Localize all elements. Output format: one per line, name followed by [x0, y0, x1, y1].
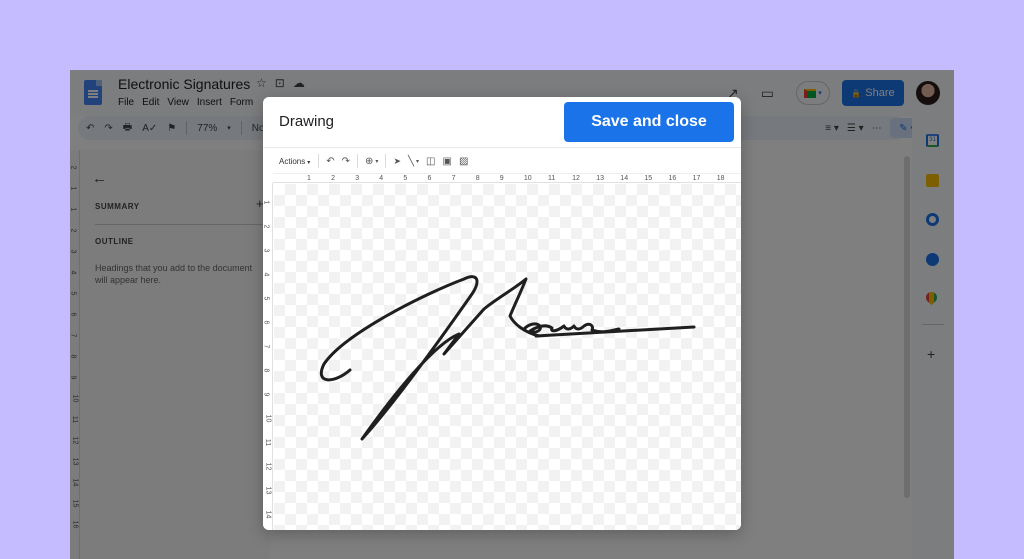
ruler-tick-label: 11	[264, 438, 272, 447]
ruler-tick-label: 3	[355, 175, 360, 182]
ruler-tick-label: 2	[263, 224, 270, 229]
redo-icon[interactable]: ↷	[342, 156, 350, 167]
ruler-tick-label: 4	[379, 175, 384, 182]
actions-menu[interactable]: Actions ▾	[279, 157, 310, 166]
shape-icon[interactable]: ◫	[426, 156, 435, 167]
image-icon[interactable]: ▨	[459, 156, 468, 167]
text-box-icon[interactable]: ▣	[442, 156, 451, 167]
ruler-tick-label: 15	[644, 175, 653, 182]
zoom-icon: ⊕	[365, 155, 374, 167]
ruler-tick-label: 14	[620, 175, 629, 182]
ruler-tick-label: 4	[263, 272, 270, 277]
ruler-tick-label: 1	[307, 175, 311, 182]
signature-stroke[interactable]	[320, 275, 696, 441]
ruler-tick-label: 12	[264, 462, 272, 471]
signature-drawing[interactable]: Marven	[274, 184, 741, 530]
ruler-tick-label: 18	[716, 175, 725, 182]
ruler-tick-label: 6	[427, 175, 432, 182]
undo-icon[interactable]: ↶	[326, 156, 334, 167]
ruler-tick-label: 11	[548, 175, 556, 182]
ruler-tick-label: 13	[596, 175, 604, 182]
actions-label: Actions	[279, 156, 306, 166]
ruler-tick-label: 6	[263, 320, 270, 325]
ruler-tick-label: 5	[403, 175, 408, 182]
vertical-ruler: 1 2 3 4 5 6 7 8 9 10 11 12 13 14	[263, 183, 273, 530]
horizontal-ruler: 12345678910111213141516171819	[273, 173, 741, 183]
toolbar-divider	[357, 154, 359, 168]
ruler-tick-label: 9	[499, 175, 504, 182]
ruler-tick-label: 2	[331, 175, 335, 182]
drawing-toolbar: Actions ▾ ↶ ↷ ⊕ ▾ ➤ ╲ ▾ ◫ ▣ ▨	[263, 149, 741, 173]
line-icon: ╲	[407, 155, 415, 167]
ruler-tick-label: 7	[263, 344, 270, 349]
ruler-tick-label: 14	[264, 510, 272, 519]
chevron-down-icon: ▾	[375, 158, 379, 165]
toolbar-divider	[318, 154, 320, 168]
ruler-tick-label: 5	[263, 296, 270, 301]
chevron-down-icon: ▾	[416, 158, 420, 165]
ruler-tick-label: 10	[523, 175, 532, 182]
chevron-down-icon: ▾	[307, 159, 311, 166]
ruler-tick-label: 8	[263, 368, 270, 373]
ruler-tick-label: 3	[263, 248, 270, 253]
ruler-tick-label: 9	[263, 392, 270, 397]
ruler-tick-label: 8	[475, 175, 480, 182]
line-tool[interactable]: ╲ ▾	[408, 156, 419, 167]
select-icon[interactable]: ➤	[393, 156, 401, 167]
ruler-tick-label: 12	[572, 175, 580, 182]
toolbar-divider	[385, 154, 387, 168]
zoom-tool[interactable]: ⊕ ▾	[365, 156, 378, 167]
ruler-tick-label: 10	[264, 414, 272, 423]
ruler-tick-label: 13	[264, 486, 272, 495]
dialog-divider	[263, 147, 741, 148]
ruler-tick-label: 7	[451, 175, 456, 182]
drawing-canvas[interactable]: Marven	[274, 184, 741, 530]
ruler-tick-label: 16	[668, 175, 677, 182]
drawing-dialog: Drawing Save and close Actions ▾ ↶ ↷ ⊕ ▾ ➤…	[263, 97, 741, 530]
ruler-tick-label: 1	[263, 200, 270, 205]
dialog-title: Drawing	[279, 113, 335, 130]
save-and-close-button[interactable]: Save and close	[564, 102, 734, 142]
ruler-tick-label: 17	[692, 175, 701, 182]
